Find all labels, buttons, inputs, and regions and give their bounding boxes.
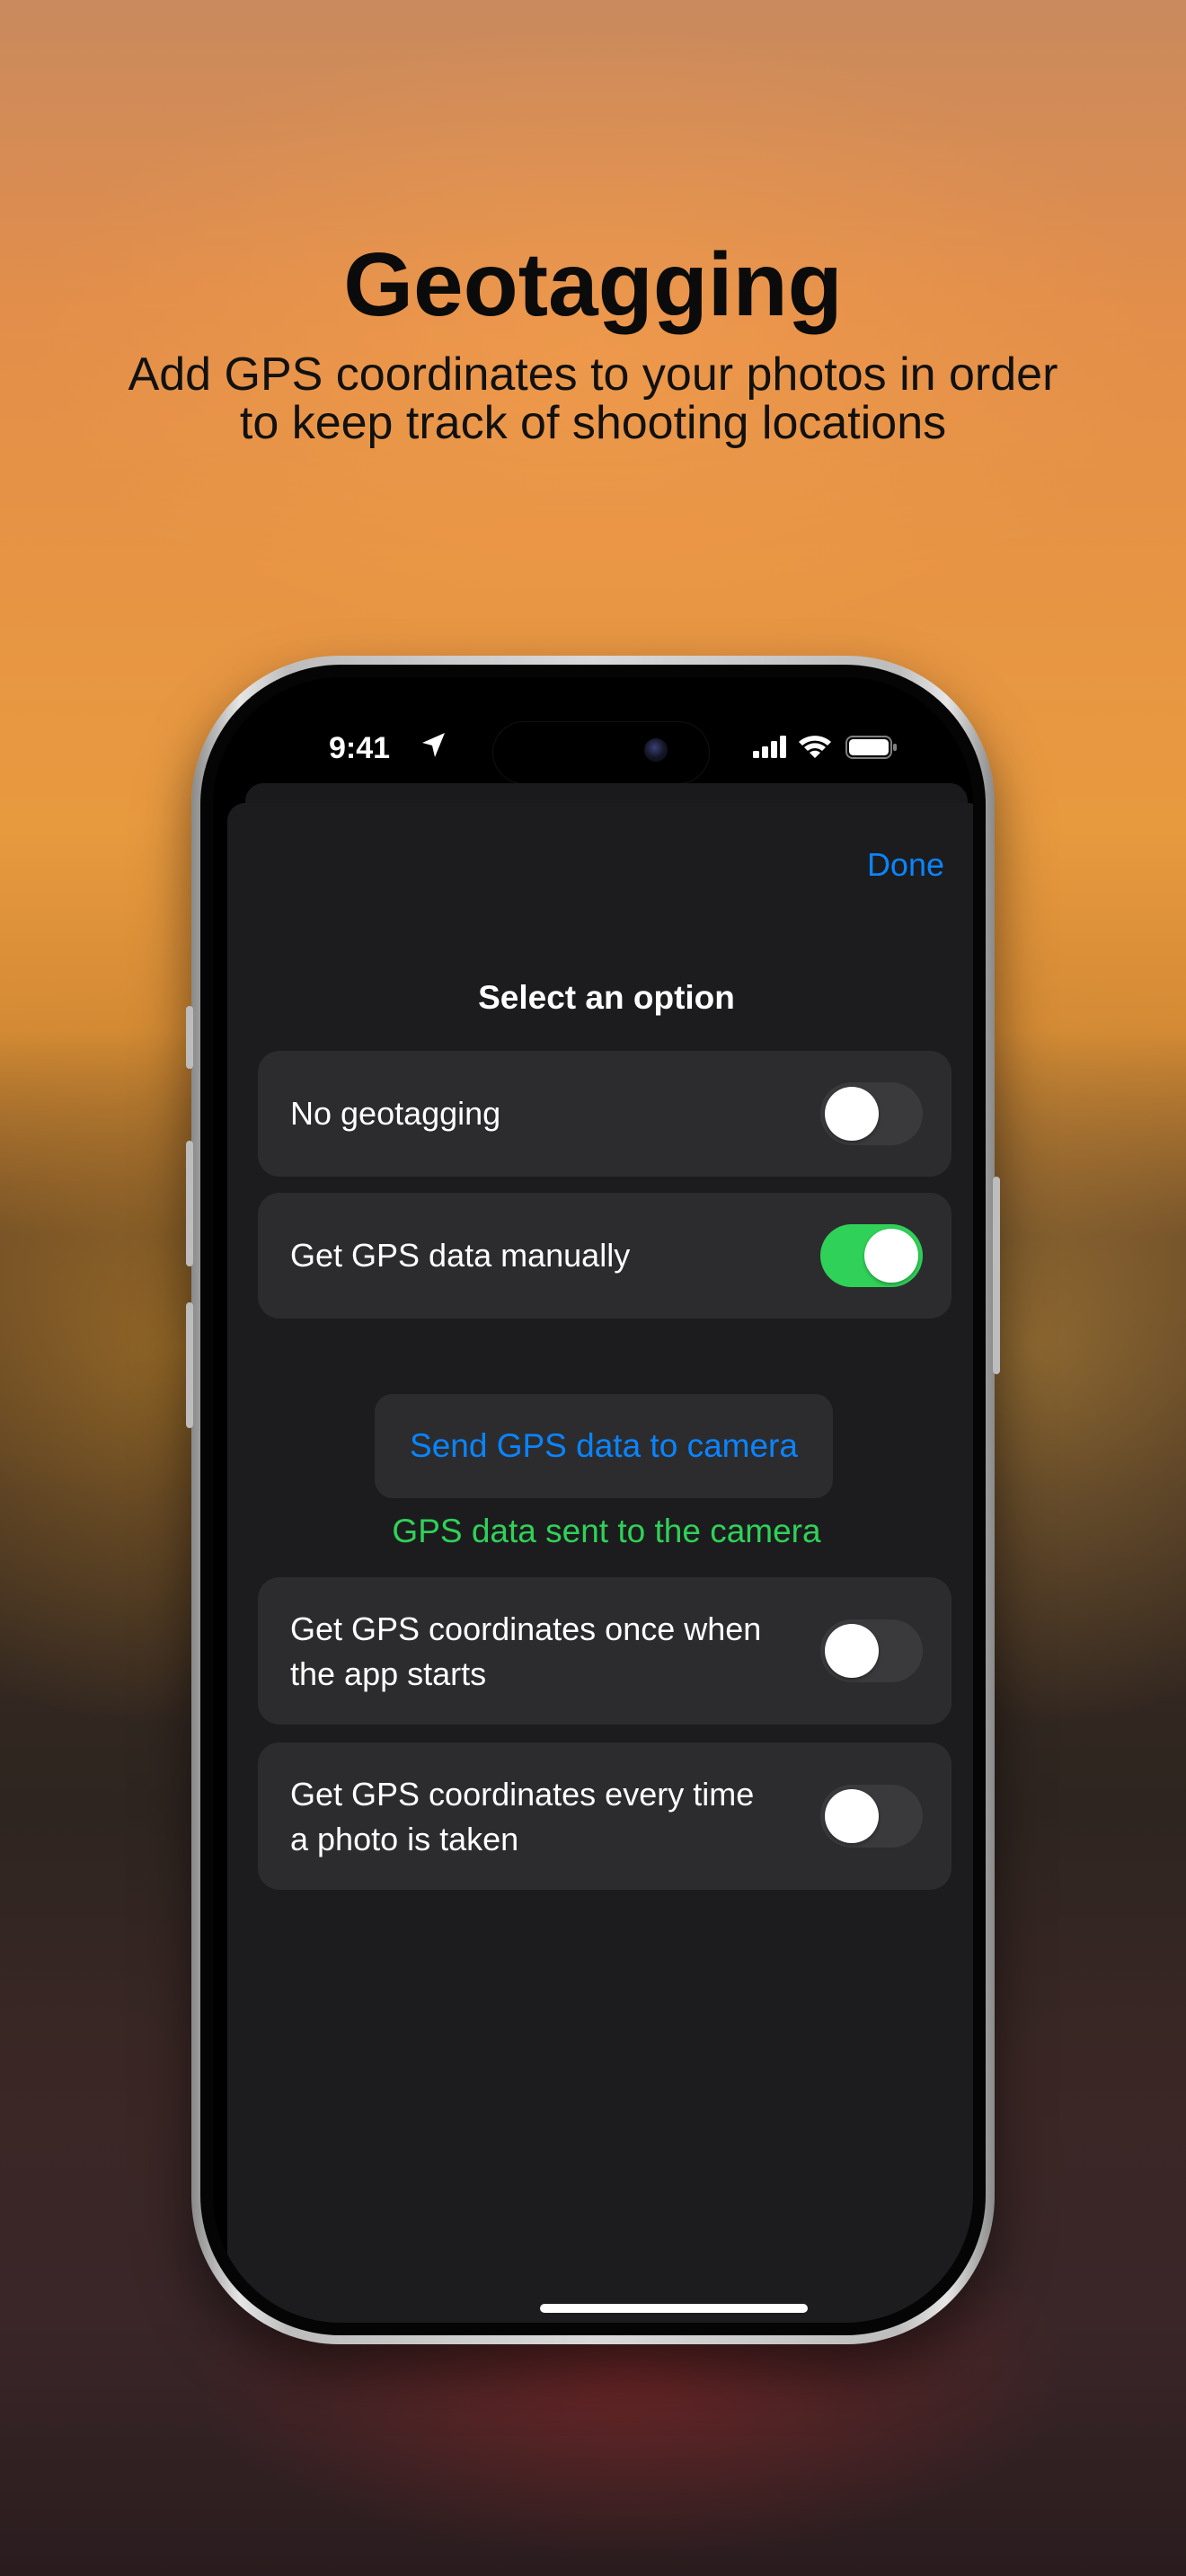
send-gps-button[interactable]: Send GPS data to camera [375, 1394, 833, 1498]
side-button-power [993, 1177, 1000, 1374]
screen: 9:41 Done Select an option No geotagging… [213, 677, 973, 2323]
status-time: 9:41 [329, 731, 391, 765]
option-row-manual[interactable]: Get GPS data manually [258, 1193, 951, 1319]
option-row-every-photo[interactable]: Get GPS coordinates every time a photo i… [258, 1742, 951, 1890]
dynamic-island [493, 722, 709, 783]
option-label: Get GPS data manually [290, 1237, 631, 1274]
home-indicator[interactable] [540, 2304, 808, 2313]
option-label-line-2: the app starts [290, 1655, 487, 1692]
option-label: Get GPS coordinates every time a photo i… [290, 1772, 754, 1862]
wifi-icon [799, 736, 831, 758]
toggle-knob [825, 1789, 879, 1843]
cellular-signal-icon [753, 736, 786, 758]
page-subtitle: Add GPS coordinates to your photos in or… [72, 350, 1114, 447]
option-label-line-1: Get GPS coordinates every time [290, 1776, 755, 1813]
subtitle-line-1: Add GPS coordinates to your photos in or… [128, 348, 1058, 401]
location-arrow-icon [422, 733, 445, 757]
option-label: No geotagging [290, 1095, 501, 1132]
phone-frame: 9:41 Done Select an option No geotagging… [186, 656, 1000, 2344]
phone-bezel: 9:41 Done Select an option No geotagging… [200, 665, 986, 2335]
front-camera [644, 738, 668, 762]
option-row-no-geotagging[interactable]: No geotagging [258, 1051, 951, 1177]
option-row-once-at-start[interactable]: Get GPS coordinates once when the app st… [258, 1577, 951, 1725]
side-button-volume-down [186, 1302, 193, 1428]
page-title: Geotagging [343, 234, 843, 335]
no-geotagging-toggle[interactable] [820, 1082, 923, 1145]
done-button[interactable]: Done [867, 846, 944, 884]
once-at-start-toggle[interactable] [820, 1619, 923, 1682]
every-photo-toggle[interactable] [820, 1785, 923, 1848]
side-button-mute [186, 1006, 193, 1069]
option-label-line-1: Get GPS coordinates once when [290, 1610, 762, 1647]
gps-status-message: GPS data sent to the camera [392, 1513, 821, 1549]
sheet-title: Select an option [478, 979, 735, 1016]
side-button-volume-up [186, 1141, 193, 1266]
manual-gps-toggle[interactable] [820, 1224, 923, 1287]
option-label: Get GPS coordinates once when the app st… [290, 1607, 761, 1697]
toggle-knob [825, 1624, 879, 1678]
battery-icon [845, 736, 897, 759]
subtitle-line-2: to keep track of shooting locations [239, 397, 947, 449]
option-label-line-2: a photo is taken [290, 1821, 519, 1857]
toggle-knob [864, 1229, 918, 1283]
toggle-knob [825, 1087, 879, 1141]
options-sheet: Done Select an option No geotagging Get … [227, 803, 973, 2323]
